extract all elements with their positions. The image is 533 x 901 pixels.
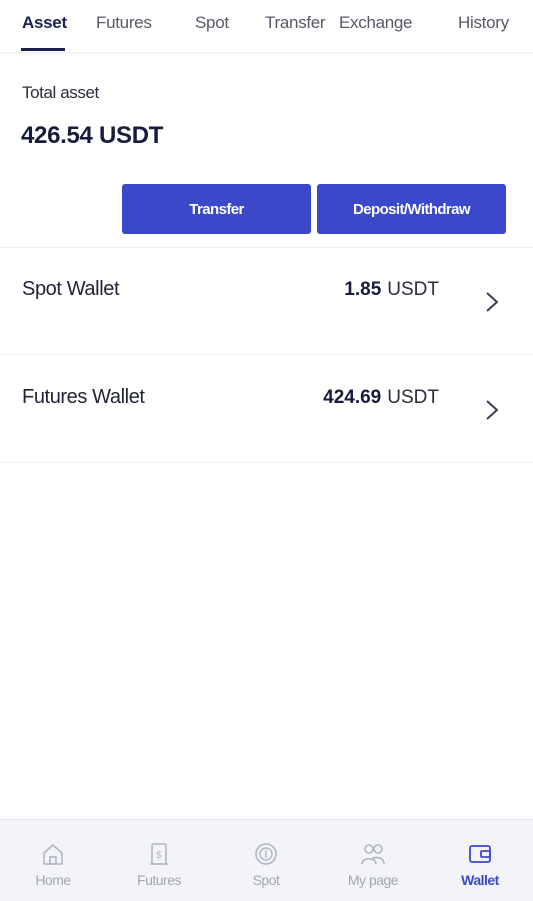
nav-my-page[interactable]: My page bbox=[320, 820, 426, 901]
wallet-name: Spot Wallet bbox=[22, 278, 120, 300]
futures-icon: $ bbox=[150, 843, 168, 865]
wallet-balance-value: 1.85 bbox=[344, 279, 382, 300]
tab-asset[interactable]: Asset bbox=[22, 13, 67, 33]
nav-label: Futures bbox=[137, 872, 181, 888]
nav-label: Wallet bbox=[461, 872, 499, 888]
tab-exchange[interactable]: Exchange bbox=[339, 13, 413, 33]
top-tab-bar: Asset Futures Spot Transfer Exchange His… bbox=[0, 0, 533, 53]
nav-futures[interactable]: $ Futures bbox=[106, 820, 212, 901]
total-asset-label: Total asset bbox=[22, 83, 99, 102]
home-icon bbox=[43, 844, 63, 865]
svg-text:$: $ bbox=[156, 850, 162, 861]
nav-label: Home bbox=[35, 872, 71, 888]
futures-wallet-row[interactable]: Futures Wallet 424.69 USDT bbox=[0, 356, 533, 462]
nav-label: My page bbox=[347, 872, 399, 888]
wallet-balance: 1.85 USDT bbox=[344, 279, 439, 301]
wallet-name: Futures Wallet bbox=[22, 386, 145, 408]
active-tab-indicator bbox=[21, 48, 65, 51]
wallet-balance-unit: USDT bbox=[387, 387, 439, 408]
tab-spot[interactable]: Spot bbox=[195, 13, 229, 33]
chevron-right-icon[interactable] bbox=[483, 398, 501, 422]
nav-home[interactable]: Home bbox=[0, 820, 106, 901]
tab-history[interactable]: History bbox=[458, 13, 509, 33]
bottom-navigation: Home $ Futures Spot My page Wallet bbox=[0, 819, 533, 901]
chevron-right-icon[interactable] bbox=[483, 290, 501, 314]
spot-coin-icon bbox=[255, 843, 277, 865]
divider bbox=[0, 462, 533, 463]
total-asset-value: 426.54 USDT bbox=[21, 122, 164, 149]
users-icon bbox=[361, 844, 385, 865]
nav-spot[interactable]: Spot bbox=[213, 820, 319, 901]
wallet-balance-unit: USDT bbox=[387, 279, 439, 300]
transfer-button[interactable]: Transfer bbox=[122, 184, 311, 234]
nav-label: Spot bbox=[252, 872, 280, 888]
spot-wallet-row[interactable]: Spot Wallet 1.85 USDT bbox=[0, 248, 533, 354]
tab-futures[interactable]: Futures bbox=[96, 13, 152, 33]
tab-transfer[interactable]: Transfer bbox=[265, 13, 326, 33]
nav-wallet[interactable]: Wallet bbox=[427, 820, 533, 901]
deposit-withdraw-button[interactable]: Deposit/Withdraw bbox=[317, 184, 506, 234]
wallet-icon bbox=[469, 845, 491, 863]
divider bbox=[0, 354, 533, 355]
wallet-balance: 424.69 USDT bbox=[323, 387, 439, 409]
wallet-balance-value: 424.69 bbox=[323, 387, 382, 408]
